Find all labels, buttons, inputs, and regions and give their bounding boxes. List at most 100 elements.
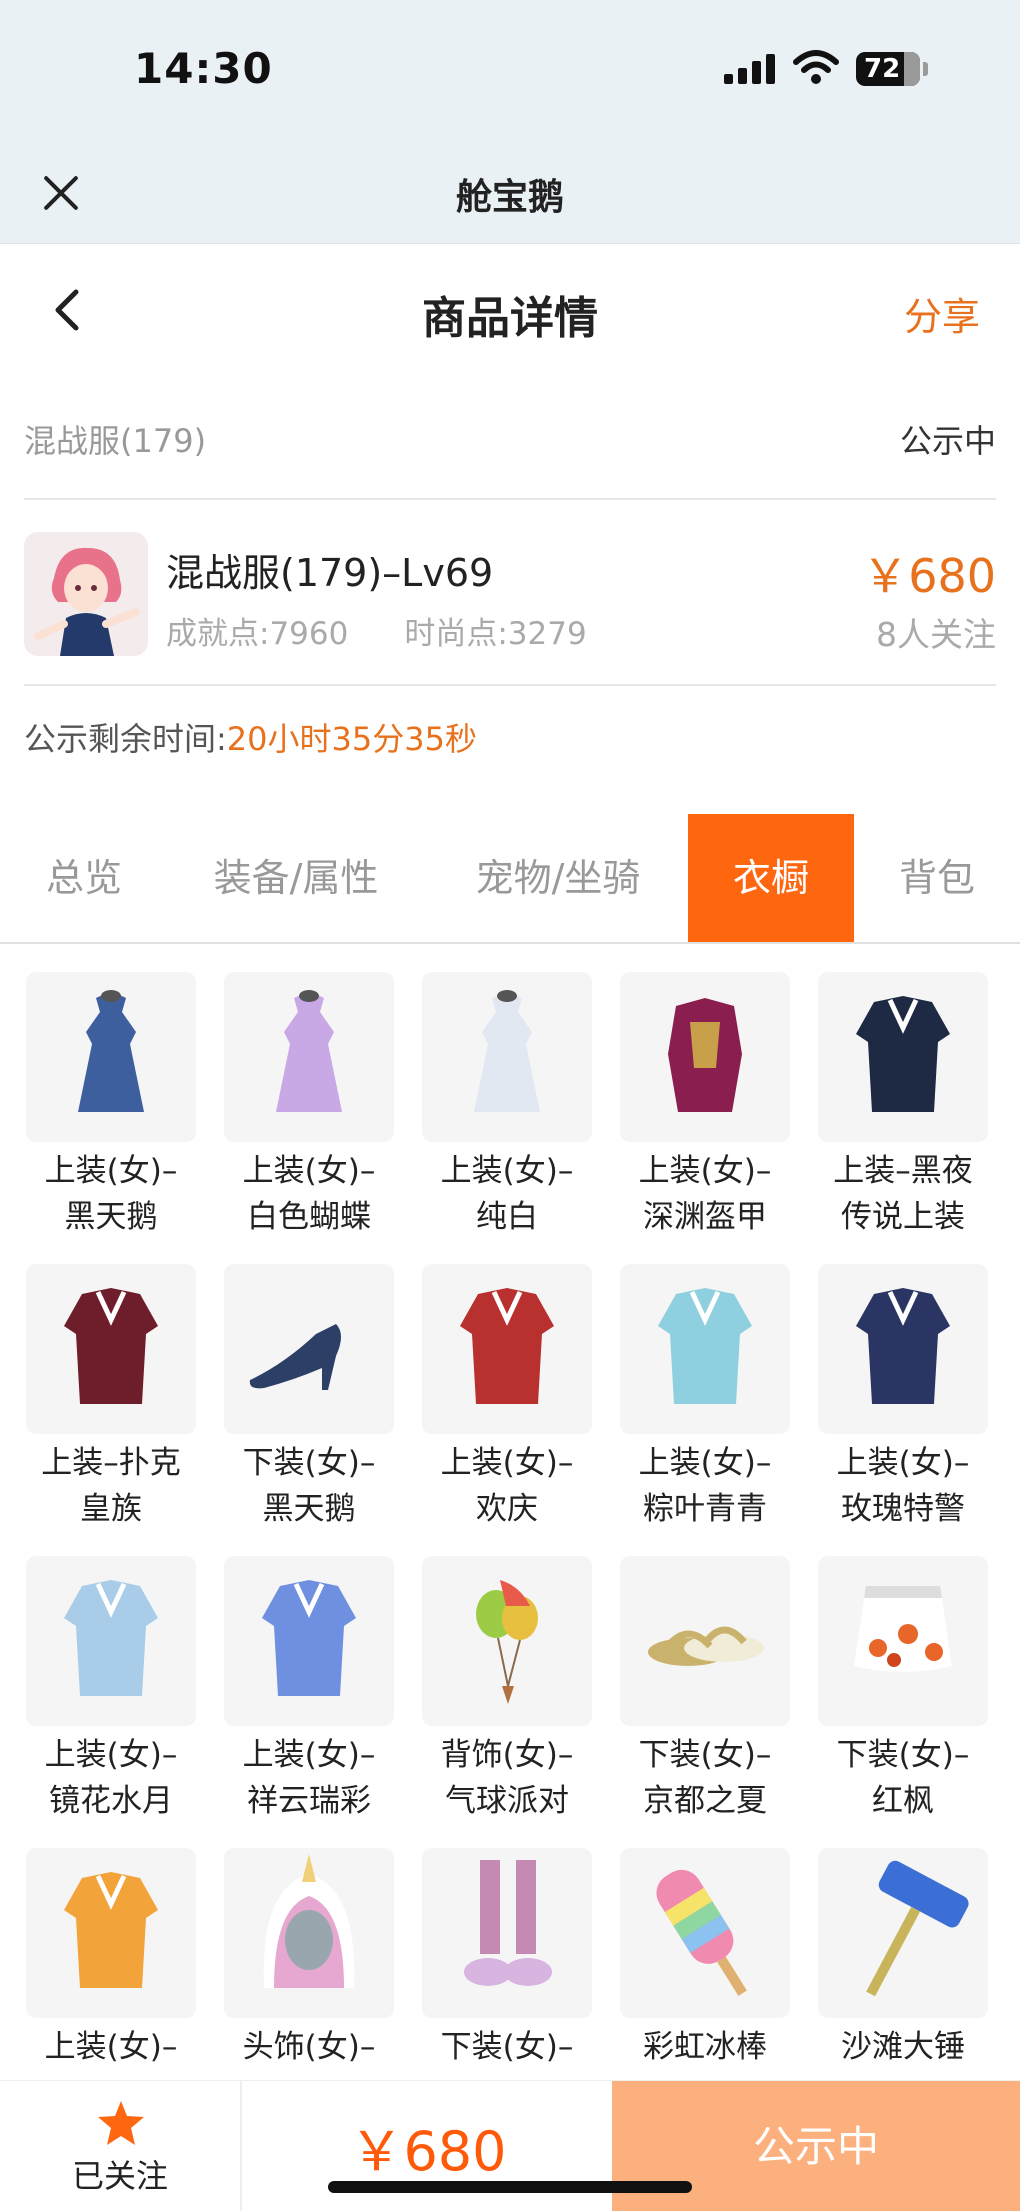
wardrobe-item-label: 镜花水月: [49, 1783, 173, 1819]
tab-overview[interactable]: 总览: [0, 814, 168, 942]
balloon-icon: [422, 1556, 592, 1726]
wardrobe-item-label: 下装(女)–: [638, 1737, 772, 1773]
wardrobe-item[interactable]: 下装(女)–: [422, 1848, 592, 2070]
wardrobe-item-label: 气球派对: [445, 1783, 569, 1819]
wardrobe-item[interactable]: 下装(女)– 黑天鹅: [224, 1264, 394, 1532]
wardrobe-item-label: 上装(女)–: [638, 1445, 772, 1481]
tab-wardrobe[interactable]: 衣橱: [688, 814, 854, 942]
wardrobe-item[interactable]: 背饰(女)– 气球派对: [422, 1556, 592, 1824]
wardrobe-item-label: 祥云瑞彩: [247, 1783, 371, 1819]
coat-icon: [620, 1264, 790, 1434]
coat-icon: [224, 1556, 394, 1726]
tab-pets[interactable]: 宠物/坐骑: [446, 814, 670, 942]
wardrobe-item-label: 京都之夏: [643, 1783, 767, 1819]
wardrobe-item-label: 头饰(女)–: [242, 2029, 376, 2065]
wardrobe-item-label: 上装(女)–: [44, 2029, 178, 2065]
wardrobe-item-label: 粽叶青青: [643, 1491, 767, 1527]
dress-icon: [26, 972, 196, 1142]
wardrobe-item-label: 上装(女)–: [44, 1737, 178, 1773]
wardrobe-item-label: 上装–黑夜: [833, 1153, 973, 1189]
wardrobe-item[interactable]: 上装(女)– 纯白: [422, 972, 592, 1240]
wardrobe-item-label: 黑天鹅: [64, 1199, 158, 1235]
wardrobe-item-label: 沙滩大锤: [841, 2029, 965, 2065]
wardrobe-item-label: 皇族: [80, 1491, 142, 1527]
wardrobe-item-label: 下装(女)–: [836, 1737, 970, 1773]
wardrobe-item-label: 深渊盔甲: [643, 1199, 767, 1235]
wardrobe-item-label: 上装(女)–: [440, 1445, 574, 1481]
wardrobe-item-label: 上装(女)–: [836, 1445, 970, 1481]
boot-icon: [422, 1848, 592, 2018]
dress-icon: [224, 972, 394, 1142]
wardrobe-item[interactable]: 上装(女)– 玫瑰特警: [818, 1264, 988, 1532]
popsicle-icon: [620, 1848, 790, 2018]
wardrobe-item[interactable]: 上装(女)–: [26, 1848, 196, 2070]
wardrobe-item[interactable]: 上装(女)– 祥云瑞彩: [224, 1556, 394, 1824]
wardrobe-item[interactable]: 彩虹冰棒: [620, 1848, 790, 2070]
wardrobe-item[interactable]: 头饰(女)–: [224, 1848, 394, 2070]
sandal-icon: [620, 1556, 790, 1726]
mini-app-header: 舱宝鹅: [0, 140, 1020, 244]
wardrobe-item-label: 上装(女)–: [242, 1737, 376, 1773]
achievement-points: 成就点:7960: [166, 616, 349, 652]
wardrobe-item[interactable]: 上装–黑夜传说上装: [818, 972, 988, 1240]
wardrobe-item-label: 上装(女)–: [44, 1153, 178, 1189]
wardrobe-item[interactable]: 上装(女)– 粽叶青青: [620, 1264, 790, 1532]
wardrobe-item-label: 玫瑰特警: [841, 1491, 965, 1527]
wardrobe-item[interactable]: 上装(女)– 镜花水月: [26, 1556, 196, 1824]
star-icon: [98, 2101, 144, 2145]
server-status: 公示中: [899, 422, 996, 460]
status-time: 14:30: [134, 44, 273, 93]
wardrobe-item-label: 黑天鹅: [262, 1491, 356, 1527]
product-stats: 成就点:7960 时尚点:3279: [166, 608, 643, 653]
product-title: 混战服(179)–Lv69: [166, 551, 494, 595]
wardrobe-item-label: 背饰(女)–: [440, 1737, 574, 1773]
hammer-icon: [818, 1848, 988, 2018]
page-title: 商品详情: [422, 293, 598, 344]
cellular-signal-icon: [724, 54, 776, 84]
tab-equipment[interactable]: 装备/属性: [188, 814, 404, 942]
product-summary[interactable]: 混战服(179)–Lv69 成就点:7960 时尚点:3279 ￥680 8人关注: [24, 502, 996, 686]
wardrobe-item[interactable]: 上装–扑克 皇族: [26, 1264, 196, 1532]
countdown-label: 公示剩余时间:: [24, 720, 227, 758]
wardrobe-item[interactable]: 沙滩大锤: [818, 1848, 988, 2070]
product-price: ￥680: [862, 549, 996, 603]
wardrobe-item[interactable]: 上装(女)– 白色蝴蝶: [224, 972, 394, 1240]
tab-bar: 总览 装备/属性 宠物/坐骑 衣橱 背包: [0, 814, 1020, 944]
battery-level: 72: [864, 54, 901, 84]
tab-bag[interactable]: 背包: [870, 814, 1004, 942]
wardrobe-item-label: 下装(女)–: [440, 2029, 574, 2065]
wardrobe-item-label: 欢庆: [476, 1491, 538, 1527]
countdown-value: 20小时35分35秒: [226, 720, 477, 758]
wardrobe-item[interactable]: 上装(女)– 深渊盔甲: [620, 972, 790, 1240]
coat-icon: [422, 1264, 592, 1434]
mini-app-title: 舱宝鹅: [455, 177, 564, 218]
coat-icon: [818, 1264, 988, 1434]
wardrobe-item-label: 上装(女)–: [440, 1153, 574, 1189]
wardrobe-item-label: 彩虹冰棒: [643, 2029, 767, 2065]
nav-bar: 商品详情 分享: [0, 244, 1020, 374]
wardrobe-item[interactable]: 下装(女)– 红枫: [818, 1556, 988, 1824]
wardrobe-item-label: 上装(女)–: [242, 1153, 376, 1189]
bottom-price: ￥680: [349, 2120, 507, 2183]
home-indicator: [328, 2181, 692, 2193]
skirt-icon: [818, 1556, 988, 1726]
wardrobe-item-label: 传说上装: [841, 1199, 965, 1235]
coat-icon: [818, 972, 988, 1142]
status-bar: 14:30 72: [0, 0, 1020, 140]
dress-icon: [422, 972, 592, 1142]
armor-icon: [620, 972, 790, 1142]
server-row: 混战服(179) 公示中: [24, 400, 996, 500]
wardrobe-item-label: 红枫: [872, 1783, 934, 1819]
wardrobe-item[interactable]: 上装(女)– 黑天鹅: [26, 972, 196, 1240]
heel-icon: [224, 1264, 394, 1434]
follow-label: 已关注: [71, 2157, 168, 2195]
fashion-points: 时尚点:3279: [404, 616, 587, 652]
wardrobe-item-label: 纯白: [476, 1199, 538, 1235]
wardrobe-item-label: 白色蝴蝶: [247, 1199, 371, 1235]
follow-button[interactable]: 已关注: [0, 2081, 242, 2211]
wardrobe-item[interactable]: 上装(女)– 欢庆: [422, 1264, 592, 1532]
wardrobe-item[interactable]: 下装(女)– 京都之夏: [620, 1556, 790, 1824]
battery-icon: 72: [856, 52, 920, 86]
share-button[interactable]: 分享: [904, 286, 980, 341]
hood-icon: [224, 1848, 394, 2018]
